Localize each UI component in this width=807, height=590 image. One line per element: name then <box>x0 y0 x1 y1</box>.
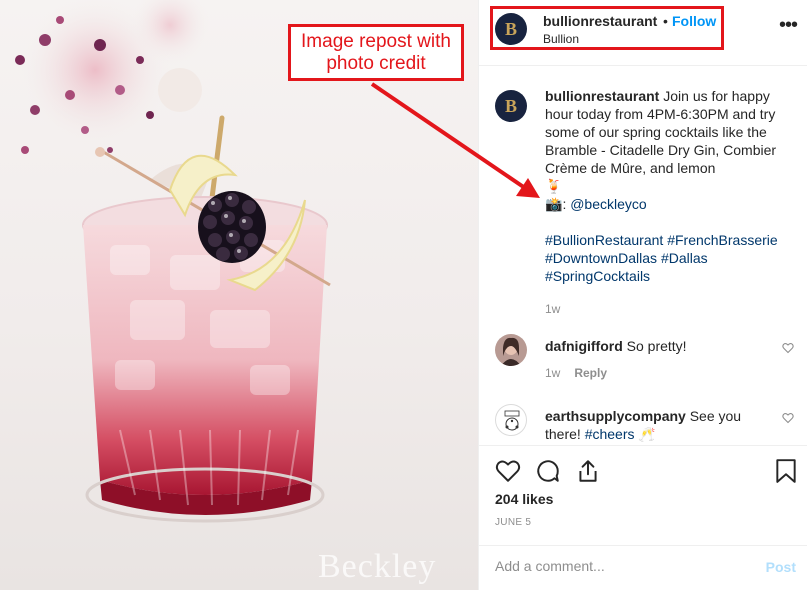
post-photo[interactable]: Beckley <box>0 0 478 590</box>
hashtag-link[interactable]: #FrenchBrasserie <box>667 232 778 248</box>
photo-watermark: Beckley <box>318 548 437 585</box>
post-side-panel: B bullionrestaurant • Follow Bullion •••… <box>478 0 807 590</box>
bookmark-icon[interactable] <box>775 458 797 484</box>
comment-icon[interactable] <box>535 458 561 484</box>
post-date[interactable]: JUNE 5 <box>495 517 531 528</box>
post-comment-button[interactable]: Post <box>766 559 796 575</box>
post-actions: 204 likes JUNE 5 <box>479 445 807 545</box>
likes-count[interactable]: 204 likes <box>495 491 553 507</box>
blackberry <box>198 191 266 263</box>
hashtag-link[interactable]: #BullionRestaurant <box>545 232 663 248</box>
comment-time[interactable]: 1w <box>545 366 560 380</box>
caption-avatar[interactable]: B <box>495 90 527 122</box>
drink-emoji: 🍹 <box>545 178 563 194</box>
header-highlight-box <box>490 6 724 50</box>
like-comment-heart-icon[interactable] <box>782 412 794 424</box>
caption-username[interactable]: bullionrestaurant <box>545 88 659 104</box>
caption-text: bullionrestaurant Join us for happy hour… <box>545 87 800 318</box>
avatar[interactable] <box>495 334 527 366</box>
reply-button[interactable]: Reply <box>574 366 607 380</box>
photo-credit-link[interactable]: @beckleyco <box>570 196 646 212</box>
annotation-callout: Image repost with photo credit <box>288 24 464 81</box>
comment-username[interactable]: dafnigifford <box>545 338 623 354</box>
camera-emoji: 📸 <box>545 196 563 212</box>
comment-text: earthsupplycompany See you there! #cheer… <box>545 407 765 443</box>
hashtag-link[interactable]: #Dallas <box>661 250 708 266</box>
comment-meta: 1w Reply <box>545 366 607 380</box>
comment-username[interactable]: earthsupplycompany <box>545 408 686 424</box>
comment-body: So pretty! <box>626 338 687 354</box>
avatar[interactable] <box>495 404 527 436</box>
add-comment-bar: Post <box>479 545 807 590</box>
cocktail-illustration <box>15 0 331 523</box>
heart-icon[interactable] <box>495 458 521 484</box>
more-dots-icon[interactable]: ••• <box>779 15 798 35</box>
add-comment-input[interactable] <box>495 558 745 574</box>
hashtag-link[interactable]: #DowntownDallas <box>545 250 657 266</box>
cheers-emoji: 🥂 <box>638 426 656 442</box>
hashtag-link[interactable]: #SpringCocktails <box>545 268 650 284</box>
hashtag-link[interactable]: #cheers <box>585 426 635 442</box>
comment-text: dafnigifford So pretty! <box>545 337 765 355</box>
like-comment-heart-icon[interactable] <box>782 342 794 354</box>
credit-prefix: : <box>562 196 567 212</box>
annotation-label: Image repost with photo credit <box>301 30 451 74</box>
comments-section[interactable]: B bullionrestaurant Join us for happy ho… <box>479 67 807 445</box>
caption-time[interactable]: 1w <box>545 302 560 316</box>
share-icon[interactable] <box>575 458 601 484</box>
